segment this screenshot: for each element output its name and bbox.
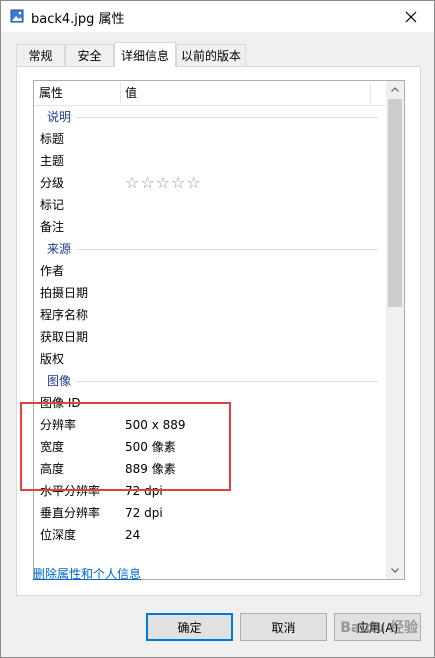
section-divider bbox=[76, 249, 378, 250]
title-bar[interactable]: back4.jpg 属性 bbox=[1, 1, 434, 32]
list-item[interactable]: 位深度 24 bbox=[34, 524, 386, 546]
property-name: 分级 bbox=[40, 176, 65, 190]
scroll-thumb[interactable] bbox=[388, 99, 402, 307]
property-name: 拍摄日期 bbox=[40, 286, 89, 300]
tab-details[interactable]: 详细信息 bbox=[114, 42, 176, 67]
scroll-down-button[interactable] bbox=[386, 562, 404, 579]
list-item[interactable]: 获取日期 bbox=[34, 326, 386, 348]
property-name: 标记 bbox=[40, 198, 65, 212]
list-item[interactable]: 水平分辨率 72 dpi bbox=[34, 480, 386, 502]
close-button[interactable] bbox=[388, 1, 434, 32]
property-name: 作者 bbox=[40, 264, 65, 278]
property-name: 水平分辨率 bbox=[40, 484, 101, 498]
property-list[interactable]: 属性 值 说明 标题 主题 分级 ☆☆☆☆☆ 标记 备注 来源 作者 拍摄日期 … bbox=[33, 80, 405, 580]
image-file-icon bbox=[10, 9, 24, 23]
list-item[interactable]: 拍摄日期 bbox=[34, 282, 386, 304]
property-value: 72 dpi bbox=[125, 506, 163, 520]
property-value: 24 bbox=[125, 528, 141, 542]
section-description: 说明 bbox=[34, 106, 386, 128]
details-panel: 属性 值 说明 标题 主题 分级 ☆☆☆☆☆ 标记 备注 来源 作者 拍摄日期 … bbox=[16, 66, 421, 596]
vertical-scrollbar[interactable] bbox=[386, 81, 404, 579]
property-name: 宽度 bbox=[40, 440, 65, 454]
list-item[interactable]: 图像 ID bbox=[34, 392, 386, 414]
rating-stars[interactable]: ☆☆☆☆☆ bbox=[125, 172, 202, 194]
list-item[interactable]: 作者 bbox=[34, 260, 386, 282]
tab-security[interactable]: 安全 bbox=[65, 44, 114, 66]
property-name: 获取日期 bbox=[40, 330, 89, 344]
property-name: 版权 bbox=[40, 352, 65, 366]
section-title: 说明 bbox=[47, 110, 72, 124]
property-name: 标题 bbox=[40, 132, 65, 146]
list-item[interactable]: 版权 bbox=[34, 348, 386, 370]
scroll-up-button[interactable] bbox=[386, 81, 404, 98]
window-title: back4.jpg 属性 bbox=[31, 12, 125, 27]
property-value: 500 x 889 bbox=[125, 418, 186, 432]
ok-button[interactable]: 确定 bbox=[146, 613, 233, 641]
properties-dialog: back4.jpg 属性 常规 安全 详细信息 以前的版本 属性 值 说明 标题… bbox=[0, 0, 435, 658]
section-divider bbox=[76, 381, 378, 382]
column-divider[interactable] bbox=[370, 83, 371, 103]
list-item[interactable]: 宽度 500 像素 bbox=[34, 436, 386, 458]
section-title: 图像 bbox=[47, 374, 72, 388]
chevron-down-icon bbox=[391, 568, 399, 573]
tab-general[interactable]: 常规 bbox=[16, 44, 65, 66]
list-item[interactable]: 分辨率 500 x 889 bbox=[34, 414, 386, 436]
list-item[interactable]: 高度 889 像素 bbox=[34, 458, 386, 480]
property-name: 主题 bbox=[40, 154, 65, 168]
property-name: 垂直分辨率 bbox=[40, 506, 101, 520]
chevron-up-icon bbox=[391, 87, 399, 92]
apply-button[interactable]: 应用(A) bbox=[334, 613, 421, 641]
section-divider bbox=[76, 117, 378, 118]
close-icon bbox=[405, 11, 417, 22]
list-header: 属性 值 bbox=[34, 81, 386, 106]
tab-previous-versions[interactable]: 以前的版本 bbox=[176, 44, 246, 66]
property-name: 高度 bbox=[40, 462, 65, 476]
list-item[interactable]: 标题 bbox=[34, 128, 386, 150]
column-header-property[interactable]: 属性 bbox=[34, 81, 120, 105]
property-value: 889 像素 bbox=[125, 462, 176, 476]
list-item[interactable]: 备注 bbox=[34, 216, 386, 238]
remove-properties-link[interactable]: 删除属性和个人信息 bbox=[33, 565, 141, 582]
column-header-value[interactable]: 值 bbox=[120, 81, 370, 105]
property-value: 72 dpi bbox=[125, 484, 163, 498]
tab-strip: 常规 安全 详细信息 以前的版本 bbox=[16, 42, 426, 67]
cancel-button[interactable]: 取消 bbox=[240, 613, 327, 641]
property-name: 程序名称 bbox=[40, 308, 89, 322]
list-item[interactable]: 程序名称 bbox=[34, 304, 386, 326]
property-name: 分辨率 bbox=[40, 418, 77, 432]
list-item[interactable]: 标记 bbox=[34, 194, 386, 216]
section-title: 来源 bbox=[47, 242, 72, 256]
property-value: 500 像素 bbox=[125, 440, 176, 454]
property-name: 备注 bbox=[40, 220, 65, 234]
section-origin: 来源 bbox=[34, 238, 386, 260]
list-item[interactable]: 主题 bbox=[34, 150, 386, 172]
property-name: 图像 ID bbox=[40, 396, 81, 410]
list-item[interactable]: 垂直分辨率 72 dpi bbox=[34, 502, 386, 524]
section-image: 图像 bbox=[34, 370, 386, 392]
property-name: 位深度 bbox=[40, 528, 77, 542]
list-item[interactable]: 分级 ☆☆☆☆☆ bbox=[34, 172, 386, 194]
